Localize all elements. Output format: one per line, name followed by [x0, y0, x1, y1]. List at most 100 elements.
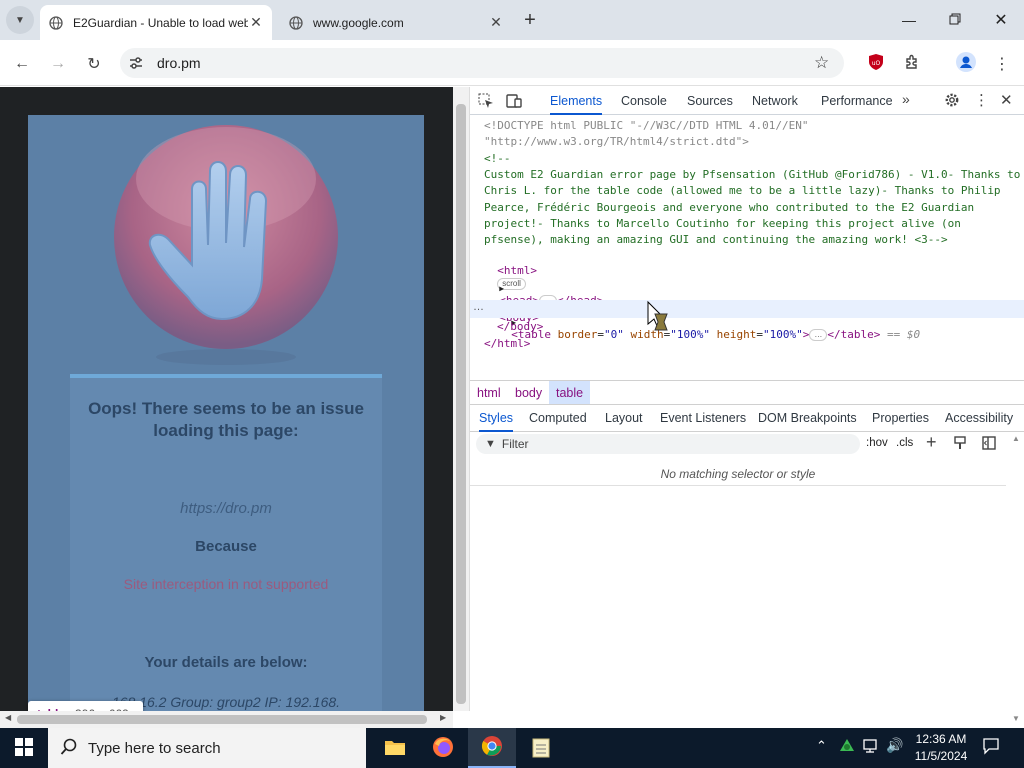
- breadcrumb-table[interactable]: table: [549, 381, 591, 405]
- scroll-left-icon[interactable]: ◀: [5, 713, 11, 722]
- puzzle-icon: [904, 54, 920, 75]
- close-icon[interactable]: ✕: [488, 14, 504, 31]
- details-heading: Your details are below:: [144, 654, 308, 671]
- hover-state-toggle[interactable]: :hov: [866, 437, 888, 449]
- close-icon[interactable]: ✕: [248, 14, 264, 31]
- ublock-shield-icon: uO: [868, 53, 884, 76]
- devtools-tab-performance[interactable]: Performance: [821, 87, 893, 115]
- reload-button[interactable]: ↻: [80, 50, 108, 78]
- scrollbar-thumb[interactable]: [456, 104, 466, 704]
- comment-open: <!--: [484, 152, 511, 165]
- close-devtools-icon[interactable]: ✕: [1000, 91, 1013, 109]
- ethernet-icon[interactable]: [862, 738, 880, 757]
- taskbar-search-box[interactable]: Type here to search: [48, 728, 366, 768]
- devtools-tab-sources[interactable]: Sources: [687, 87, 733, 115]
- avatar: [956, 51, 976, 77]
- page-vertical-scrollbar[interactable]: [453, 87, 470, 711]
- styles-scrollbar[interactable]: ▲ ▼: [1008, 432, 1024, 728]
- scroll-right-icon[interactable]: ▶: [440, 713, 446, 722]
- network-tray-icon[interactable]: [838, 737, 856, 758]
- ublock-extension-button[interactable]: uO: [862, 50, 890, 78]
- device-toolbar-icon[interactable]: [506, 93, 522, 112]
- arrow-right-icon: →: [50, 55, 66, 72]
- tab-search-button[interactable]: ▼: [6, 6, 34, 34]
- search-icon: [60, 738, 78, 759]
- taskbar-file-explorer[interactable]: [372, 728, 418, 768]
- notifications-icon[interactable]: [982, 737, 1000, 758]
- filter-icon: ▼: [485, 438, 496, 450]
- tab-google[interactable]: www.google.com ✕: [280, 5, 512, 40]
- restore-icon: [949, 12, 961, 28]
- doctype-line-2: "http://www.w3.org/TR/html4/strict.dtd">: [484, 135, 749, 148]
- subtab-layout[interactable]: Layout: [605, 405, 643, 432]
- bookmark-star-icon[interactable]: ☆: [814, 53, 829, 73]
- extensions-button[interactable]: [898, 50, 926, 78]
- block-reason: Site interception in not supported: [123, 576, 329, 592]
- globe-icon: [288, 15, 304, 31]
- page-horizontal-scrollbar[interactable]: ◀ ▶: [0, 711, 453, 728]
- inspect-element-icon[interactable]: [478, 93, 494, 112]
- subtab-properties[interactable]: Properties: [872, 405, 929, 432]
- minimize-button[interactable]: —: [886, 6, 932, 34]
- kebab-menu-icon[interactable]: ⋮: [974, 91, 989, 109]
- devtools-tab-network[interactable]: Network: [752, 87, 798, 115]
- taskbar-firefox[interactable]: [420, 728, 466, 768]
- clock-date: 11/5/2024: [914, 749, 968, 763]
- subtab-event-listeners[interactable]: Event Listeners: [660, 405, 746, 432]
- globe-icon: [48, 15, 64, 31]
- more-tabs-icon[interactable]: »: [902, 91, 910, 107]
- comment-line: Custom E2 Guardian error page by Pfsensa…: [484, 168, 1021, 181]
- scroll-down-icon[interactable]: ▼: [1012, 714, 1020, 723]
- paint-brush-icon[interactable]: [953, 436, 967, 453]
- profile-button[interactable]: [952, 50, 980, 78]
- subtab-styles[interactable]: Styles: [479, 405, 514, 432]
- volume-icon[interactable]: 🔊: [886, 737, 903, 754]
- toggle-sidebar-icon[interactable]: [982, 436, 996, 453]
- folder-icon: [384, 738, 406, 759]
- styles-filter-input[interactable]: ▼ Filter: [476, 434, 860, 454]
- chrome-menu-button[interactable]: ⋮: [988, 50, 1016, 78]
- scroll-up-icon[interactable]: ▲: [1012, 434, 1020, 443]
- stop-hand-icon: [114, 125, 338, 365]
- because-label: Because: [195, 538, 257, 555]
- address-bar[interactable]: dro.pm ☆: [120, 48, 844, 78]
- devtools-tab-elements[interactable]: Elements: [550, 87, 603, 115]
- breadcrumb-html[interactable]: html: [470, 381, 508, 405]
- styles-subtab-bar: Styles Computed Layout Event Listeners D…: [470, 404, 1024, 432]
- devtools-tab-bar: Elements Console Sources Network Perform…: [470, 87, 1024, 115]
- taskbar-chrome[interactable]: [468, 728, 516, 768]
- breadcrumb-body[interactable]: body: [508, 381, 549, 405]
- html-close-tag: </html>: [484, 337, 531, 350]
- clock-time: 12:36 AM: [915, 732, 967, 746]
- scrollbar-thumb[interactable]: [17, 715, 427, 724]
- search-placeholder: Type here to search: [88, 739, 221, 757]
- taskbar-clock[interactable]: 12:36 AM 11/5/2024: [908, 731, 974, 765]
- table-node[interactable]: ▶ <table border="0" width="100%" height=…: [498, 302, 920, 341]
- settings-gear-icon[interactable]: [944, 92, 960, 111]
- taskbar-notepad[interactable]: [518, 728, 564, 768]
- comment-line: project!- Thanks to Marcello Coutinho fo…: [484, 217, 961, 230]
- close-window-button[interactable]: ✕: [978, 6, 1024, 34]
- class-toggle[interactable]: .cls: [896, 437, 913, 449]
- start-button[interactable]: [0, 728, 48, 768]
- site-settings-icon[interactable]: [128, 55, 144, 74]
- tab-e2guardian[interactable]: E2Guardian - Unable to load web page ✕: [40, 5, 272, 40]
- devtools-tab-console[interactable]: Console: [621, 87, 667, 115]
- new-tab-button[interactable]: +: [516, 6, 544, 34]
- forward-button[interactable]: →: [44, 50, 72, 78]
- node-actions-ellipsis[interactable]: …: [473, 301, 484, 313]
- subtab-dom-breakpoints[interactable]: DOM Breakpoints: [758, 405, 857, 432]
- show-hidden-icons-button[interactable]: ⌃: [816, 738, 827, 754]
- firefox-icon: [432, 736, 454, 761]
- subtab-computed[interactable]: Computed: [529, 405, 587, 432]
- plus-icon: +: [524, 8, 536, 31]
- subtab-accessibility[interactable]: Accessibility: [945, 405, 1013, 432]
- close-icon: ✕: [994, 12, 1008, 29]
- svg-text:uO: uO: [872, 60, 881, 67]
- blocked-url: https://dro.pm: [180, 500, 272, 517]
- restore-button[interactable]: [932, 6, 978, 34]
- new-style-rule-icon[interactable]: +: [926, 432, 937, 453]
- comment-line: Pearce, Frédéric Bourgeois and everyone …: [484, 201, 975, 214]
- error-card: Oops! There seems to be an issue loading…: [70, 374, 382, 714]
- back-button[interactable]: ←: [8, 50, 36, 78]
